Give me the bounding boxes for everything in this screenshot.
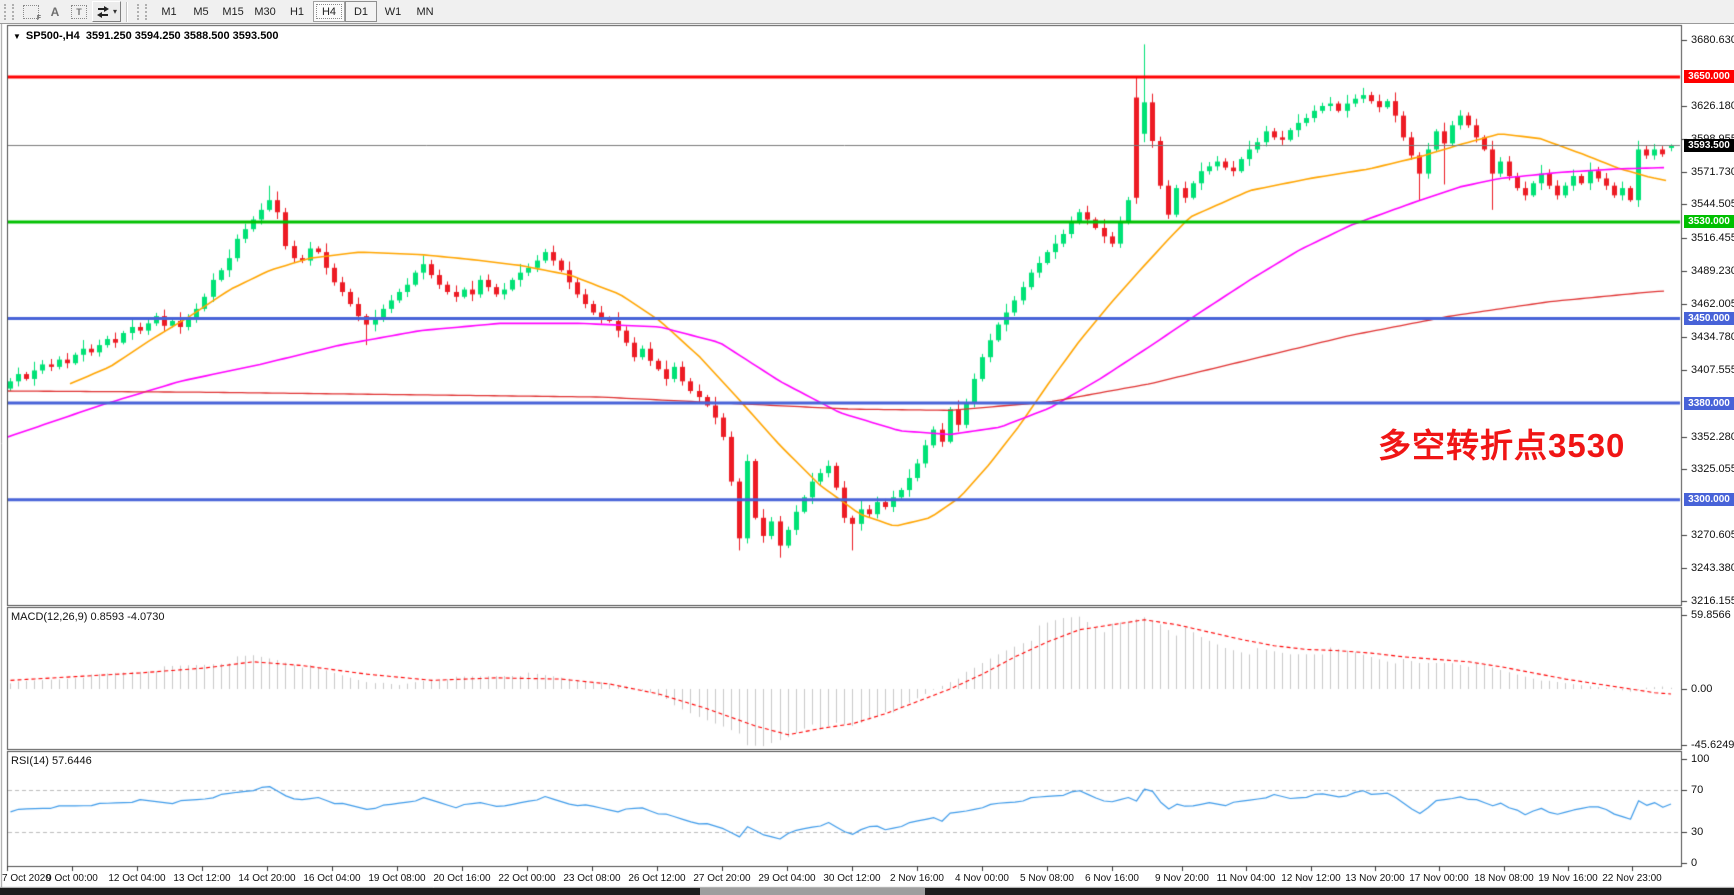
timeframe-button-m1[interactable]: M1 [153, 1, 185, 22]
object-arrows-button[interactable]: ▾ [92, 1, 121, 22]
text-box-icon[interactable]: T [68, 3, 90, 21]
dropdown-caret-icon: ▾ [113, 7, 117, 16]
trading-app-window: F A T ▾ M1M5M15M30H1H4D1W1MN ▼SP500-,H4 … [0, 0, 1734, 895]
timeframe-button-m15[interactable]: M15 [217, 1, 249, 22]
timeframe-button-m5[interactable]: M5 [185, 1, 217, 22]
toolbar: F A T ▾ M1M5M15M30H1H4D1W1MN [0, 0, 1734, 24]
timeframe-button-mn[interactable]: MN [409, 1, 441, 22]
swap-arrows-icon [96, 5, 110, 19]
toolbar-grip[interactable] [4, 4, 14, 20]
scrollbar-thumb[interactable] [700, 888, 925, 895]
icon-letter: T [71, 5, 87, 19]
timeframe-button-w1[interactable]: W1 [377, 1, 409, 22]
timeframe-button-group: M1M5M15M30H1H4D1W1MN [153, 1, 441, 22]
timeframe-button-m30[interactable]: M30 [249, 1, 281, 22]
icon-letter: F [37, 15, 41, 22]
chart-template-icon[interactable]: F [20, 3, 42, 21]
toolbar-separator [126, 2, 128, 22]
chart-canvas[interactable] [0, 0, 1734, 895]
timeframe-button-h4[interactable]: H4 [313, 1, 345, 22]
horizontal-scrollbar[interactable] [0, 888, 1734, 895]
icon-letter: A [51, 5, 60, 19]
text-label-icon[interactable]: A [44, 3, 66, 21]
timeframe-button-d1[interactable]: D1 [345, 1, 377, 22]
timeframe-button-h1[interactable]: H1 [281, 1, 313, 22]
toolbar-grip[interactable] [137, 4, 147, 20]
